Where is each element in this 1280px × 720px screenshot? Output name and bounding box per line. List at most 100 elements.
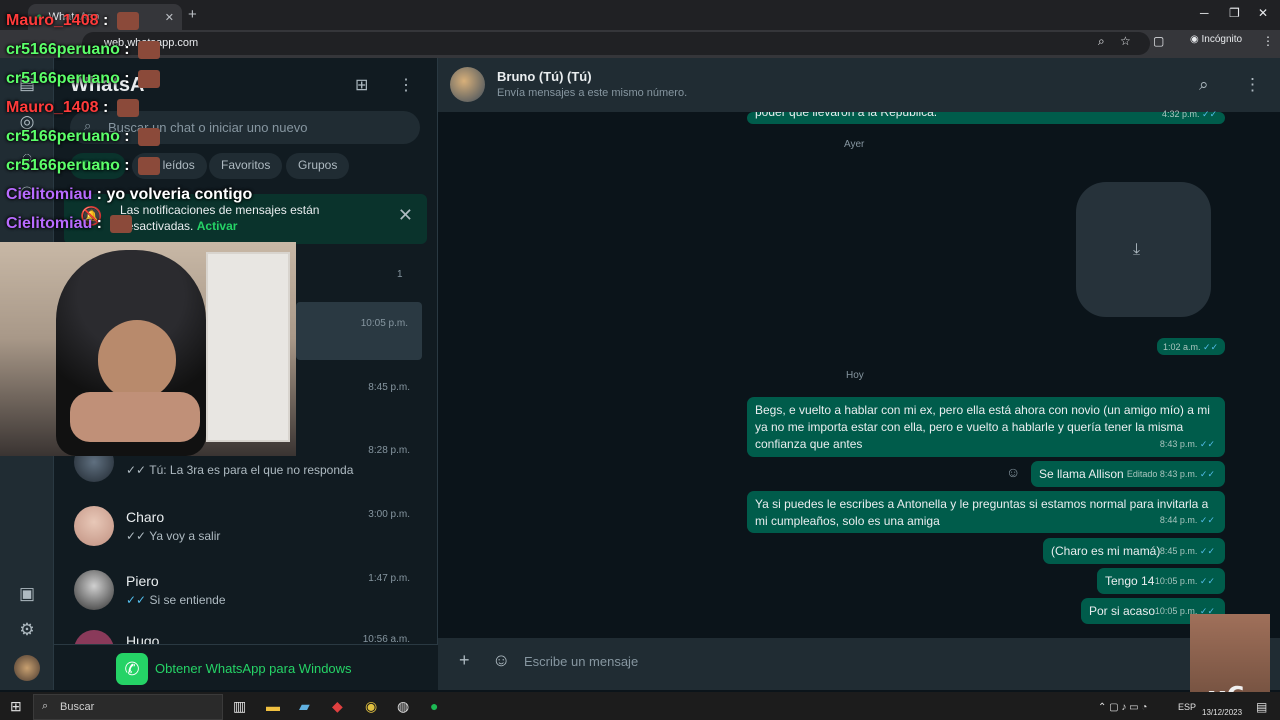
windows-start-icon[interactable]: ⊞ [10, 698, 22, 715]
whatsapp-logo-icon: ✆ [116, 653, 148, 685]
notifications-icon[interactable]: ▤ [1256, 700, 1267, 714]
stream-chat-separator: : [119, 128, 135, 146]
stream-chat-separator: : [98, 12, 113, 30]
message-bubble[interactable]: Se llama Allison Editado 8:43 p.m. ✓✓ [1031, 461, 1225, 487]
message-text: Begs, e vuelto a hablar con mi ex, pero … [755, 403, 1210, 451]
chat-row-charo[interactable]: Charo 3:00 p.m. ✓✓ Ya voy a salir [54, 496, 438, 560]
emote-icon [138, 41, 161, 59]
filter-groups[interactable]: Grupos [286, 153, 350, 179]
close-window-icon[interactable]: ✕ [1258, 6, 1268, 20]
taskbar-search[interactable]: ⌕ Buscar [33, 694, 223, 720]
media-gallery-icon[interactable]: ▣ [14, 581, 40, 607]
sidebar-menu-icon[interactable]: ⋮ [398, 75, 414, 95]
stream-chat-separator: : [119, 70, 135, 88]
read-tick-icon: ✓✓ [1199, 439, 1215, 449]
avatar [74, 570, 114, 610]
read-tick-icon: ✓✓ [1199, 546, 1215, 556]
day-separator: Ayer [838, 137, 871, 152]
attach-plus-icon[interactable]: + [459, 650, 470, 671]
chat-row-hugo[interactable]: Hugo 10:56 a.m. [54, 624, 438, 644]
incognito-label[interactable]: ◉ Incógnito [1190, 34, 1242, 45]
chat-last-message: Ya voy a salir [149, 529, 221, 543]
zoom-icon[interactable]: ⌕ [1098, 34, 1105, 49]
stream-chat-line: cr5166peruano : [6, 157, 161, 175]
stream-chat-user: cr5166peruano [6, 128, 120, 146]
emoji-icon[interactable]: ☺ [492, 650, 510, 671]
new-chat-icon[interactable]: ⊞ [355, 75, 368, 95]
conversation-header[interactable] [438, 58, 1280, 112]
stream-chat-user: Mauro_1408 [6, 99, 99, 117]
media-message[interactable] [1076, 182, 1211, 317]
new-tab-icon[interactable]: + [188, 6, 197, 23]
message-bubble[interactable]: (Charo es mi mamá) 8:45 p.m. ✓✓ [1043, 538, 1225, 564]
stream-chat-text: yo volveria contigo [106, 186, 253, 203]
streamer-face [98, 320, 176, 400]
chat-row-piero[interactable]: Piero 1:47 p.m. ✓✓ Si se entiende [54, 560, 438, 624]
message-bubble[interactable]: Ya si puedes le escribes a Antonella y l… [747, 491, 1225, 533]
streamer-hands [70, 392, 200, 442]
taskbar-date: 13/12/2023 [1202, 708, 1243, 717]
avatar [74, 506, 114, 546]
download-icon[interactable]: ⤓ [1133, 241, 1140, 259]
stream-chat-line: Mauro_1408 : [6, 99, 139, 117]
spotify-icon[interactable]: ● [430, 698, 438, 714]
stream-chat-separator: : [92, 186, 107, 203]
unread-count: 1 [397, 269, 403, 280]
bookmark-star-icon[interactable]: ☆ [1120, 34, 1131, 48]
stream-chat-user: cr5166peruano [6, 157, 120, 175]
notepad-icon[interactable]: ▰ [299, 698, 310, 715]
emote-icon [138, 128, 161, 146]
message-input[interactable]: Escribe un mensaje [524, 654, 638, 669]
webcam-overlay [0, 242, 296, 456]
chat-row-selected[interactable]: 10:05 p.m. [296, 302, 422, 360]
message-bubble[interactable]: poder que llevaron a la República. [747, 112, 1225, 124]
contact-avatar[interactable] [450, 67, 485, 102]
app-icon[interactable]: ◆ [332, 698, 343, 715]
file-explorer-icon[interactable]: ▬ [266, 698, 280, 714]
stream-chat-separator: : [119, 157, 135, 175]
filter-favorites[interactable]: Favoritos [209, 153, 283, 179]
conversation-menu-icon[interactable]: ⋮ [1244, 75, 1261, 95]
chat-time: 8:45 p.m. [368, 382, 410, 393]
message-bubble[interactable]: 1:02 a.m. ✓✓ [1157, 338, 1225, 355]
message-time: 8:44 p.m. [1159, 515, 1198, 525]
stream-chat-user: Cielitomiau [6, 186, 93, 203]
read-tick-icon: ✓✓ [126, 593, 147, 607]
stream-chat-line: cr5166peruano : [6, 41, 161, 59]
tab-close-icon[interactable]: ✕ [165, 11, 174, 24]
double-tick-icon: ✓✓ [126, 463, 147, 477]
message-text: Se llama Allison [1039, 467, 1124, 481]
get-app-banner[interactable]: ✆ Obtener WhatsApp para Windows [54, 644, 438, 690]
stream-chat-separator: : [98, 99, 113, 117]
browser-menu-icon[interactable]: ⋮ [1262, 34, 1274, 48]
chat-time: 8:28 p.m. [368, 445, 410, 456]
minimize-icon[interactable]: ─ [1200, 6, 1209, 20]
message-bubble[interactable]: Begs, e vuelto a hablar con mi ex, pero … [747, 397, 1225, 457]
extensions-icon[interactable]: ▢ [1153, 34, 1164, 48]
emote-icon [138, 157, 161, 175]
message-text: Tengo 14 [1105, 574, 1155, 588]
avatar [74, 630, 114, 644]
tray-icons[interactable]: ⌃ ▢ ♪ ▭ ◔ [1098, 702, 1147, 713]
profile-avatar[interactable] [14, 655, 40, 681]
url-field[interactable]: web.whatsapp.com [82, 32, 1150, 55]
activate-notifications-link[interactable]: Activar [197, 219, 238, 233]
task-view-icon[interactable]: ▥ [233, 698, 246, 715]
stream-chat-line: cr5166peruano : [6, 128, 161, 146]
chat-row[interactable]: 8:45 p.m. [296, 368, 422, 432]
obs-icon[interactable]: ◍ [397, 698, 409, 715]
settings-icon[interactable]: ⚙ [14, 617, 40, 643]
address-bar-row: web.whatsapp.com [0, 30, 1280, 58]
message-text: poder que llevaron a la República. [755, 112, 938, 119]
language-indicator[interactable]: ESP [1178, 702, 1196, 712]
search-messages-icon[interactable]: ⌕ [1199, 75, 1209, 95]
stream-chat-user: Mauro_1408 [6, 12, 99, 30]
emote-icon [116, 99, 139, 117]
emoji-reaction-icon[interactable]: ☺ [1006, 464, 1020, 480]
message-bubble[interactable]: Tengo 14 10:05 p.m. ✓✓ [1097, 568, 1225, 594]
message-time: Editado 8:43 p.m. [1126, 469, 1198, 479]
close-notification-icon[interactable]: ✕ [398, 205, 413, 226]
chrome-icon[interactable]: ◉ [365, 698, 377, 715]
stream-chat-user: cr5166peruano [6, 41, 120, 59]
maximize-icon[interactable]: ❐ [1229, 6, 1240, 20]
